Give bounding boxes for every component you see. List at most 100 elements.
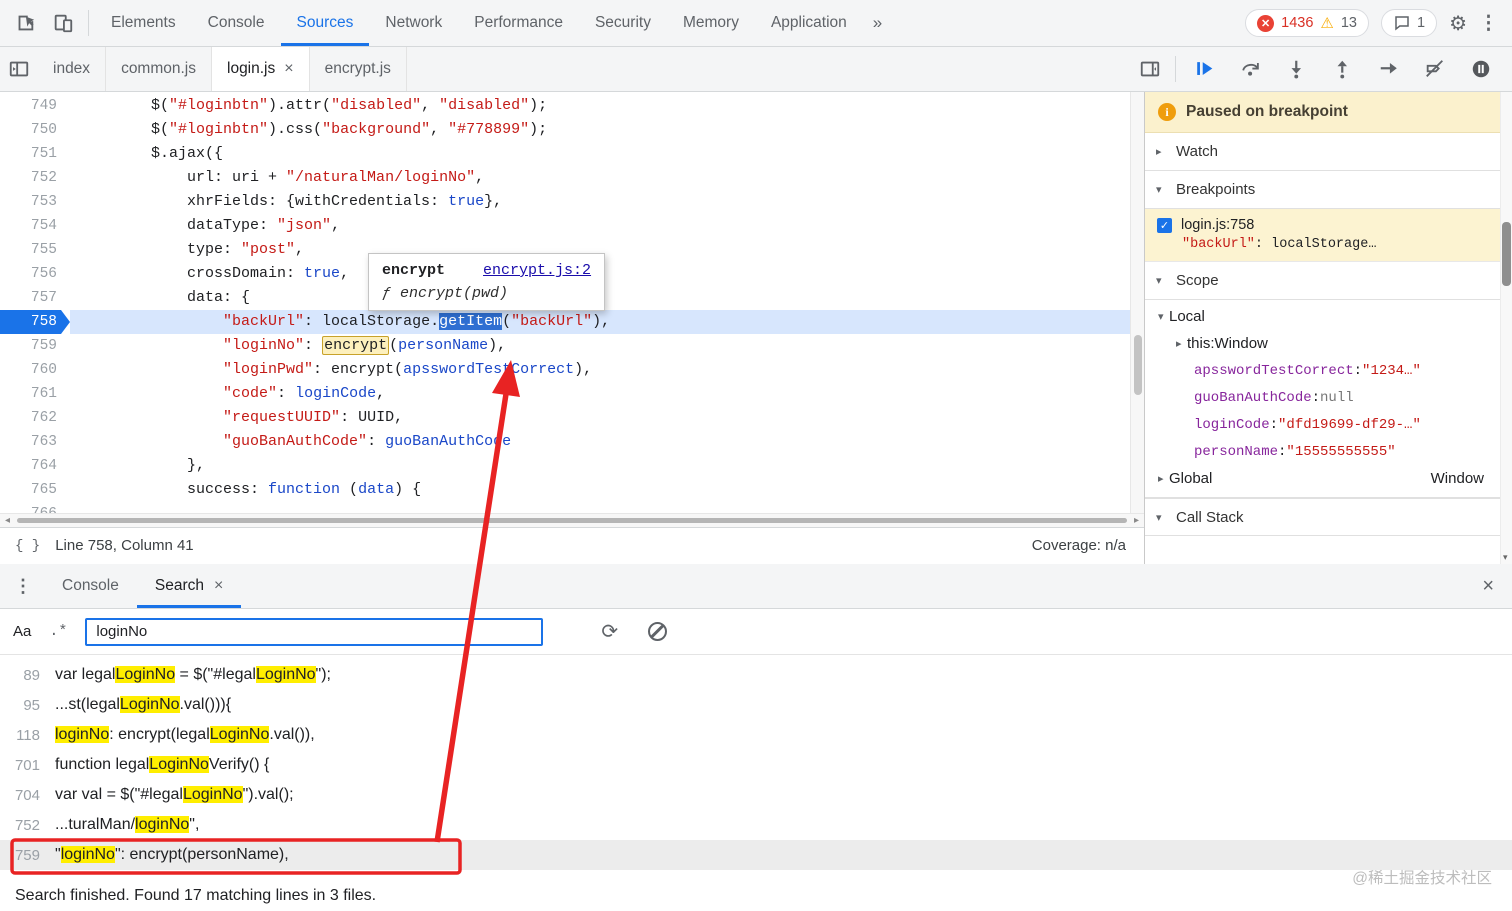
line-number[interactable]: 766 [0,502,70,513]
search-result-row[interactable]: 759"loginNo": encrypt(personName), [0,840,1512,870]
code-text: $("#loginbtn").attr("disabled", "disable… [70,94,1144,118]
line-number[interactable]: 761 [0,382,70,406]
step-into-icon[interactable] [1274,52,1320,86]
search-input[interactable] [85,618,543,646]
messages-badge[interactable]: 1 [1381,9,1437,37]
scope-variable-personName[interactable]: personName: "15555555555" [1145,438,1512,465]
search-result-row[interactable]: 704var val = $("#legalLoginNo").val(); [0,780,1512,810]
tab-elements[interactable]: Elements [95,0,192,46]
scrollbar-thumb[interactable] [1502,222,1511,286]
tab-security[interactable]: Security [579,0,667,46]
tab-sources[interactable]: Sources [281,0,370,46]
toggle-debugger-sidebar-icon[interactable] [1131,58,1169,80]
line-number[interactable]: 754 [0,214,70,238]
line-number[interactable]: 758 [0,310,70,334]
deactivate-breakpoints-icon[interactable] [1412,52,1458,86]
editor-horizontal-scrollbar[interactable]: ◂ ▸ [0,513,1144,527]
editor-vertical-scrollbar[interactable] [1130,92,1144,513]
line-number[interactable]: 763 [0,430,70,454]
close-drawer-icon[interactable]: × [1464,564,1512,608]
file-tab-common-js[interactable]: common.js [106,47,212,91]
file-tab-index[interactable]: index [38,47,106,91]
close-search-tab-icon[interactable]: × [214,577,223,595]
more-options-icon[interactable]: ⋮ [1479,12,1498,35]
line-number[interactable]: 760 [0,358,70,382]
line-number[interactable]: 752 [0,166,70,190]
line-number[interactable]: 764 [0,454,70,478]
tab-performance[interactable]: Performance [458,0,579,46]
scope-section-header[interactable]: ▾ Scope [1145,262,1512,300]
line-number[interactable]: 762 [0,406,70,430]
settings-gear-icon[interactable]: ⚙ [1449,11,1467,36]
scope-global-group[interactable]: ▸ Global Window [1145,465,1512,492]
resume-script-icon[interactable] [1182,52,1228,86]
issues-badge[interactable]: ✕ 1436 ⚠ 13 [1245,9,1369,37]
line-number[interactable]: 765 [0,478,70,502]
tab-application[interactable]: Application [755,0,863,46]
file-tab-encrypt-js[interactable]: encrypt.js [310,47,407,91]
line-number[interactable]: 751 [0,142,70,166]
line-number[interactable]: 759 [0,334,70,358]
pretty-print-icon[interactable]: { } [0,538,55,554]
code-line-752: 752 url: uri + "/naturalMan/loginNo", [0,166,1144,190]
scope-variable-loginCode[interactable]: loginCode: "dfd19699-df29-…" [1145,411,1512,438]
line-number[interactable]: 756 [0,262,70,286]
line-number[interactable]: 750 [0,118,70,142]
tooltip-source-link[interactable]: encrypt.js:2 [483,262,591,279]
drawer-menu-icon[interactable]: ⋮ [0,564,44,608]
step-icon[interactable] [1366,52,1412,86]
regex-toggle[interactable]: .* [49,623,67,640]
more-tabs-icon[interactable]: » [863,0,892,46]
refresh-search-icon[interactable]: ⟳ [601,619,618,644]
search-result-row[interactable]: 701function legalLoginNoVerify() { [0,750,1512,780]
toggle-navigator-icon[interactable] [0,47,38,91]
scope-this-entry[interactable]: ▸ this: Window [1145,330,1512,357]
code-line-749: 749 $("#loginbtn").attr("disabled", "dis… [0,94,1144,118]
pause-on-exceptions-icon[interactable] [1458,52,1504,86]
search-result-row[interactable]: 752...turalMan/loginNo", [0,810,1512,840]
clear-search-icon[interactable] [648,622,667,641]
scroll-right-icon[interactable]: ▸ [1134,516,1139,526]
scope-variable-apsswordTestCorrect[interactable]: apsswordTestCorrect: "1234…" [1145,357,1512,384]
line-number[interactable]: 755 [0,238,70,262]
scope-local-group[interactable]: ▾ Local [1145,303,1512,330]
sidebar-scrollbar[interactable]: ▾ [1500,92,1512,564]
scroll-down-icon[interactable]: ▾ [1503,552,1508,563]
drawer-tab-search[interactable]: Search × [137,564,241,608]
scrollbar-thumb[interactable] [17,518,1127,523]
line-number[interactable]: 749 [0,94,70,118]
watch-section-header[interactable]: ▸ Watch [1145,133,1512,171]
step-out-icon[interactable] [1320,52,1366,86]
line-number[interactable]: 753 [0,190,70,214]
tab-network[interactable]: Network [369,0,458,46]
code-line-765: 765 success: function (data) { [0,478,1144,502]
inspect-element-icon[interactable] [6,0,44,46]
code-text: xhrFields: {withCredentials: true}, [70,190,1144,214]
match-case-toggle[interactable]: Aa [13,623,31,640]
devtools-top-bar: Elements Console Sources Network Perform… [0,0,1512,47]
close-tab-icon[interactable]: × [284,60,293,78]
search-result-row[interactable]: 95...st(legalLoginNo.val())){ [0,690,1512,720]
drawer-tab-console[interactable]: Console [44,564,137,608]
file-tab-login-js[interactable]: login.js × [212,47,310,91]
search-result-row[interactable]: 118loginNo: encrypt(legalLoginNo.val()), [0,720,1512,750]
scroll-left-icon[interactable]: ◂ [5,516,10,526]
step-over-icon[interactable] [1228,52,1274,86]
scope-variable-guoBanAuthCode[interactable]: guoBanAuthCode: null [1145,384,1512,411]
line-number[interactable]: 757 [0,286,70,310]
breakpoint-checkbox[interactable]: ✓ [1157,218,1172,233]
snippet-string: "backUrl" [1182,237,1255,252]
scrollbar-thumb[interactable] [1134,335,1142,395]
scope-variables: apsswordTestCorrect: "1234…"guoBanAuthCo… [1145,357,1512,465]
device-toolbar-icon[interactable] [44,0,82,46]
search-result-row[interactable]: 89var legalLoginNo = $("#legalLoginNo"); [0,660,1512,690]
tab-console[interactable]: Console [192,0,281,46]
breakpoints-section-header[interactable]: ▾ Breakpoints [1145,171,1512,209]
snippet-rest: : localStorage… [1255,237,1377,252]
result-line-number: 759 [0,847,55,864]
chevron-down-icon: ▾ [1156,183,1167,196]
breakpoint-entry[interactable]: ✓ login.js:758 "backUrl": localStorage… [1145,209,1512,262]
tab-memory[interactable]: Memory [667,0,755,46]
breakpoint-snippet: "backUrl": localStorage… [1157,237,1502,252]
call-stack-section-header[interactable]: ▾ Call Stack [1145,498,1512,536]
